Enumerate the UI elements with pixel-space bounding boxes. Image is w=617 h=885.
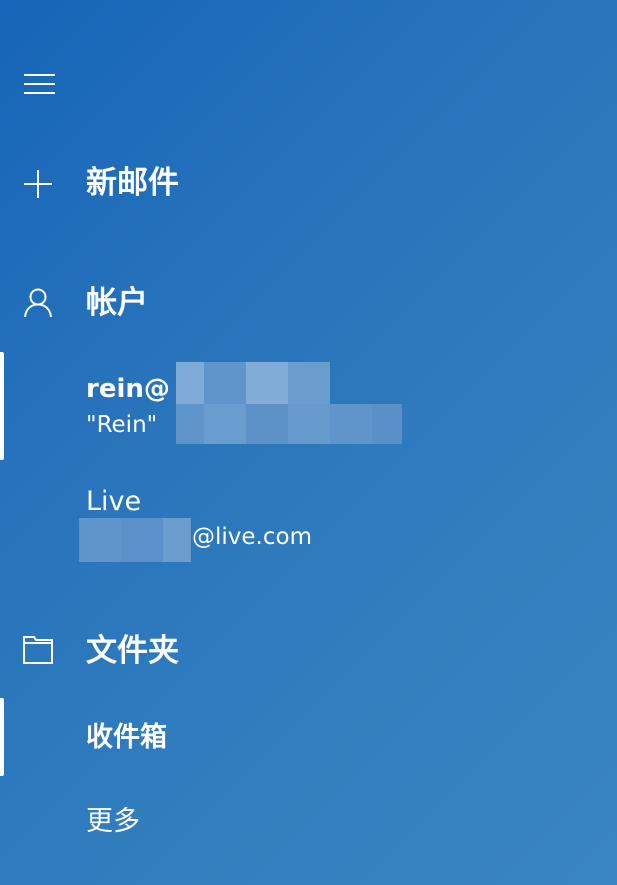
redacted-block (176, 404, 402, 444)
redacted-block (176, 362, 330, 404)
selection-indicator (0, 352, 4, 460)
plus-icon (22, 168, 54, 200)
account-display-name: "Rein" (86, 412, 158, 438)
selection-indicator (0, 698, 4, 776)
folder-label: 更多 (86, 806, 140, 837)
folders-header[interactable]: 文件夹 (0, 618, 617, 684)
account-item-rein[interactable]: rein@ "Rein" (0, 352, 617, 460)
new-mail-button[interactable]: 新邮件 (0, 150, 617, 220)
folders-label: 文件夹 (86, 633, 179, 669)
person-icon (24, 288, 52, 318)
accounts-label: 帐户 (86, 285, 148, 321)
account-name: rein@ (86, 374, 170, 404)
hamburger-icon[interactable] (24, 72, 55, 98)
account-name: Live (86, 486, 142, 517)
folder-icon (23, 636, 53, 664)
new-mail-label: 新邮件 (86, 165, 179, 201)
folder-item-more[interactable]: 更多 (0, 790, 617, 856)
folder-label: 收件箱 (86, 722, 167, 753)
account-email: @live.com (192, 524, 312, 550)
redacted-block (79, 518, 191, 562)
folder-item-inbox[interactable]: 收件箱 (0, 698, 617, 776)
accounts-header[interactable]: 帐户 (0, 270, 617, 336)
account-item-live[interactable]: Live @live.com (0, 468, 617, 568)
